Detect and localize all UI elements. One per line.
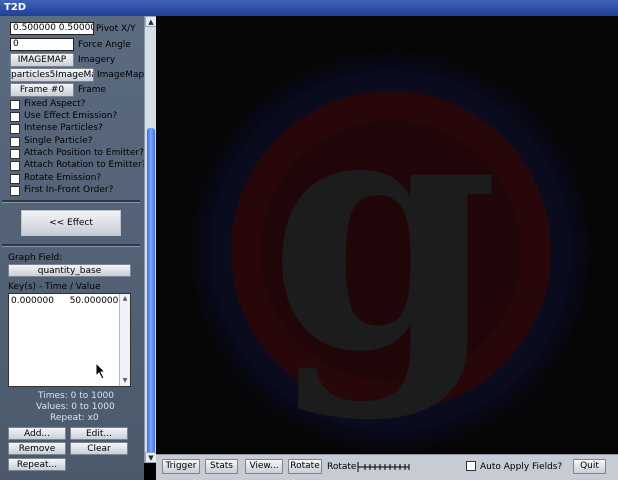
auto-apply-checkbox[interactable] <box>466 461 476 471</box>
single-particle-label: Single Particle? <box>24 136 93 146</box>
stats-button[interactable]: Stats <box>205 459 238 474</box>
first-in-front-label: First In-Front Order? <box>24 185 114 195</box>
window-title: T2D <box>4 2 27 13</box>
repeat-button[interactable]: Repeat... <box>8 458 66 471</box>
imagery-label: Imagery <box>78 55 116 65</box>
rotate-emission-checkbox[interactable] <box>10 174 20 184</box>
intense-particles-label: Intense Particles? <box>24 123 103 133</box>
attach-position-checkbox[interactable] <box>10 149 20 159</box>
single-particle-checkbox[interactable] <box>10 137 20 147</box>
keys-list[interactable]: 0.000000 50.000000 ▲ ▼ <box>8 293 131 387</box>
particle-preview-viewport[interactable]: g <box>156 16 618 454</box>
intense-particles-checkbox[interactable] <box>10 124 20 134</box>
view-button[interactable]: View... <box>245 459 283 474</box>
keys-scrollbar[interactable]: ▲ ▼ <box>119 294 130 386</box>
force-angle-field[interactable]: 0 <box>10 38 74 51</box>
key-time: 0.000000 <box>11 296 54 306</box>
repeat-info: Repeat: x0 <box>50 413 99 423</box>
scroll-down-icon[interactable]: ▼ <box>120 377 130 385</box>
imagemap-button[interactable]: particles5ImageMap <box>10 68 94 82</box>
attach-rotation-label: Attach Rotation to Emitter? <box>24 160 147 170</box>
list-item[interactable]: 0.000000 50.000000 <box>11 296 118 307</box>
values-info: Values: 0 to 1000 <box>36 402 115 412</box>
back-to-effect-button[interactable]: << Effect <box>20 209 122 237</box>
first-in-front-checkbox[interactable] <box>10 186 20 196</box>
use-effect-emission-checkbox[interactable] <box>10 112 20 122</box>
rotate-label: Rotate: <box>327 462 360 472</box>
rotate-button[interactable]: Rotate <box>288 459 322 474</box>
key-value: 50.000000 <box>69 296 119 306</box>
logo-letter: g <box>269 36 500 424</box>
fixed-aspect-checkbox[interactable] <box>10 100 20 110</box>
add-key-button[interactable]: Add... <box>8 427 66 440</box>
attach-rotation-checkbox[interactable] <box>10 161 20 171</box>
imagery-button[interactable]: IMAGEMAP <box>10 53 74 67</box>
title-bar: T2D <box>0 0 618 16</box>
frame-label: Frame <box>78 85 107 95</box>
pivot-xy-field[interactable]: 0.500000 0.500000 <box>10 22 94 35</box>
divider <box>2 244 140 247</box>
attach-position-label: Attach Position to Emitter? <box>24 148 144 158</box>
rotate-emission-label: Rotate Emission? <box>24 173 102 183</box>
auto-apply-label: Auto Apply Fields? <box>480 462 563 472</box>
remove-key-button[interactable]: Remove <box>8 442 66 455</box>
scroll-up-icon[interactable]: ▲ <box>120 295 130 303</box>
fixed-aspect-label: Fixed Aspect? <box>24 99 86 109</box>
imagemap-label: ImageMap <box>97 70 145 80</box>
force-angle-label: Force Angle <box>78 40 131 50</box>
scrollbar-thumb[interactable] <box>147 128 155 458</box>
pivot-xy-label: Pivot X/Y <box>96 24 136 34</box>
rotate-slider[interactable] <box>357 460 411 474</box>
times-info: Times: 0 to 1000 <box>38 391 114 401</box>
keys-label: Key(s) - Time / Value <box>8 282 101 292</box>
graph-field-label: Graph Field: <box>8 253 63 263</box>
mouse-cursor-icon <box>95 362 107 380</box>
frame-button[interactable]: Frame #0 <box>10 83 74 97</box>
logo-graphic: g <box>156 16 618 454</box>
edit-key-button[interactable]: Edit... <box>70 427 128 440</box>
graph-field-select[interactable]: quantity_base <box>8 264 131 277</box>
clear-keys-button[interactable]: Clear <box>70 442 128 455</box>
quit-button[interactable]: Quit <box>573 459 606 474</box>
use-effect-emission-label: Use Effect Emission? <box>24 111 118 121</box>
divider <box>2 200 140 203</box>
trigger-button[interactable]: Trigger <box>162 459 200 474</box>
